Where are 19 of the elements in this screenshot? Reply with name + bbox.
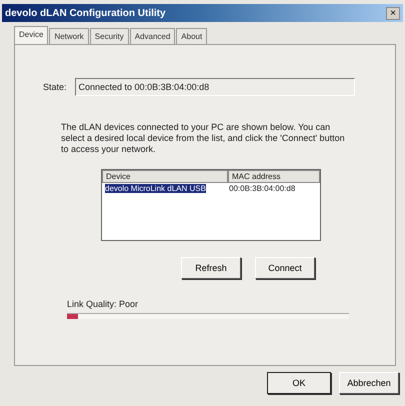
list-item[interactable]: 00:0B:3B:04:00:d8	[229, 184, 296, 193]
link-quality-label: Link Quality: Poor	[67, 299, 140, 309]
tab[interactable]: Advanced	[130, 28, 176, 44]
column-header[interactable]: MAC address	[228, 170, 320, 183]
column-header[interactable]: Device	[102, 170, 228, 183]
list-item[interactable]: devolo MicroLink dLAN USB	[105, 184, 206, 193]
state-field: Connected to 00:0B:3B:04:00:d8	[74, 78, 355, 96]
description-text: The dLAN devices connected to your PC are shown below. You can select a desired local device from the list, and click the 'Connect' button to access your network.	[61, 122, 346, 155]
tab[interactable]: Device	[14, 26, 48, 44]
tab[interactable]: Network	[49, 28, 89, 44]
tab[interactable]: Security	[90, 28, 129, 44]
close-button[interactable]: ×	[386, 6, 400, 20]
dialog-button[interactable]: Abbrechen	[339, 372, 399, 394]
state-label: State:	[43, 82, 67, 92]
tab[interactable]: About	[176, 28, 208, 44]
dialog-button[interactable]: OK	[267, 372, 331, 394]
action-button[interactable]: Connect	[255, 257, 315, 279]
window-title: devolo dLAN Configuration Utility	[5, 8, 166, 18]
action-button[interactable]: Refresh	[181, 257, 241, 279]
